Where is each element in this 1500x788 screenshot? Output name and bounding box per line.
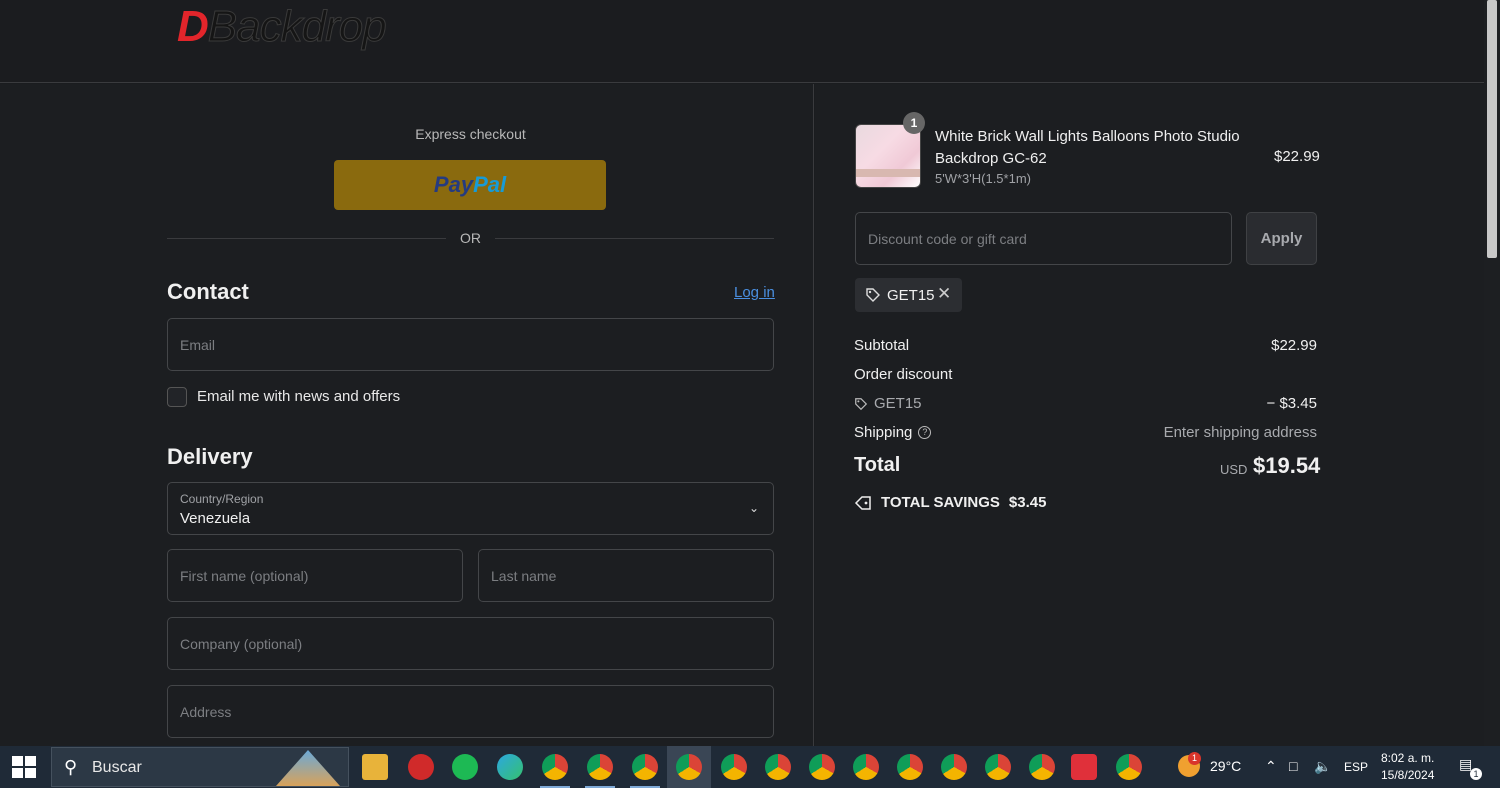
country-value: Venezuela (180, 510, 251, 527)
clock-date: 15/8/2024 (1381, 768, 1435, 782)
currency-code: USD (1220, 462, 1248, 477)
chrome-icon[interactable] (632, 754, 658, 780)
taskbar-search[interactable]: ⚲ Buscar (51, 747, 349, 787)
weather-temp[interactable]: 29°C (1210, 758, 1241, 774)
contact-heading: Contact (167, 279, 249, 304)
product-price: $22.99 (1274, 148, 1320, 165)
weather-badge: 1 (1188, 752, 1201, 765)
chrome-icon[interactable] (941, 754, 967, 780)
order-discount-label: Order discount (854, 366, 953, 383)
search-label: Buscar (92, 759, 142, 776)
windows-taskbar: ⚲ Buscar 1 29°C ⌃ □ 🔈 ESP 8:02 a. m. 15/… (0, 746, 1500, 788)
brand-logo[interactable]: DBackdrop (177, 2, 387, 52)
help-icon[interactable]: ? (918, 426, 932, 439)
chrome-icon[interactable] (897, 754, 923, 780)
address-input[interactable] (168, 686, 773, 737)
total-value: $19.54 (1253, 453, 1321, 478)
company-field[interactable] (167, 617, 774, 670)
app-icon[interactable] (1071, 754, 1097, 780)
savings-label: TOTAL SAVINGS (881, 494, 1000, 511)
checkout-form-panel: Express checkout Pay Pal OR Contact Log i… (0, 84, 814, 746)
chrome-icon[interactable] (1029, 754, 1055, 780)
country-label: Country/Region (180, 492, 264, 506)
newsletter-checkbox[interactable] (167, 387, 187, 407)
discount-value: − $3.45 (1266, 395, 1317, 412)
chrome-icon[interactable] (542, 754, 568, 780)
network-icon[interactable]: □ (1289, 758, 1297, 774)
notification-count: 1 (1470, 768, 1482, 780)
tag-icon (855, 397, 868, 410)
volume-icon[interactable]: 🔈 (1314, 758, 1331, 775)
chevron-down-icon: ⌄ (748, 501, 759, 515)
discount-code-row: GET15 (854, 395, 922, 412)
chrome-icon[interactable] (676, 754, 702, 780)
spotify-icon[interactable] (452, 754, 478, 780)
savings-value: $3.45 (1008, 494, 1047, 511)
email-input[interactable] (168, 319, 773, 370)
chrome-icon[interactable] (809, 754, 835, 780)
chrome-icon[interactable] (765, 754, 791, 780)
shipping-row: Shipping ? (854, 424, 932, 441)
checkout-page: DBackdrop Express checkout Pay Pal OR Con… (0, 0, 1484, 746)
divider-right (495, 238, 774, 239)
tag-icon (866, 288, 880, 302)
subtotal-label: Subtotal (854, 337, 910, 354)
chrome-icon[interactable] (853, 754, 879, 780)
email-field[interactable] (167, 318, 774, 371)
language-indicator[interactable]: ESP (1344, 760, 1368, 774)
last-name-field[interactable] (478, 549, 774, 602)
total-label: Total (854, 454, 901, 476)
chrome-icon[interactable] (985, 754, 1011, 780)
company-input[interactable] (168, 618, 773, 669)
applied-code: GET15 (887, 286, 935, 304)
shipping-label: Shipping (854, 424, 913, 441)
tag-icon (854, 495, 871, 510)
total-savings: TOTAL SAVINGS $3.45 (854, 494, 1046, 511)
applied-discount-chip: GET15 ✕ (855, 278, 962, 312)
windows-start-icon[interactable] (12, 756, 36, 778)
first-name-field[interactable] (167, 549, 463, 602)
apply-button[interactable]: Apply (1246, 212, 1317, 265)
subtotal-value: $22.99 (1271, 337, 1317, 354)
page-scrollbar[interactable] (1484, 0, 1500, 746)
or-label: OR (460, 230, 481, 246)
chrome-icon[interactable] (587, 754, 613, 780)
discount-code: GET15 (874, 395, 922, 412)
chevron-up-icon[interactable]: ⌃ (1265, 758, 1277, 775)
edge-icon[interactable] (497, 754, 523, 780)
opera-icon[interactable] (408, 754, 434, 780)
file-explorer-icon[interactable] (362, 754, 388, 780)
discount-input[interactable] (856, 213, 1231, 264)
search-icon: ⚲ (64, 757, 78, 777)
chrome-icon[interactable] (1116, 754, 1142, 780)
newsletter-label: Email me with news and offers (197, 388, 401, 405)
scrollbar-thumb[interactable] (1487, 0, 1497, 258)
shipping-value: Enter shipping address (1163, 424, 1317, 441)
product-title: White Brick Wall Lights Balloons Photo S… (935, 128, 1240, 167)
site-header: DBackdrop (0, 0, 1484, 83)
first-name-input[interactable] (168, 550, 462, 601)
chrome-icon[interactable] (721, 754, 747, 780)
discount-field[interactable] (855, 212, 1232, 265)
order-summary-panel: 1 White Brick Wall Lights Balloons Photo… (815, 84, 1484, 746)
quantity-badge: 1 (903, 112, 925, 134)
login-link[interactable]: Log in (734, 284, 775, 301)
address-field[interactable] (167, 685, 774, 738)
express-checkout-title: Express checkout (415, 126, 526, 142)
remove-discount-icon[interactable]: ✕ (937, 284, 951, 304)
last-name-input[interactable] (479, 550, 773, 601)
divider-left (167, 238, 446, 239)
clock-time: 8:02 a. m. (1381, 751, 1435, 765)
product-variant: 5'W*3'H(1.5*1m) (935, 171, 1031, 186)
paypal-button[interactable]: Pay Pal (334, 160, 606, 210)
delivery-heading: Delivery (167, 444, 253, 469)
search-highlight-icon (276, 750, 340, 786)
country-select[interactable]: Country/Region Venezuela ⌄ (167, 482, 774, 535)
taskbar-clock[interactable]: 8:02 a. m. 15/8/2024 (1381, 750, 1434, 784)
